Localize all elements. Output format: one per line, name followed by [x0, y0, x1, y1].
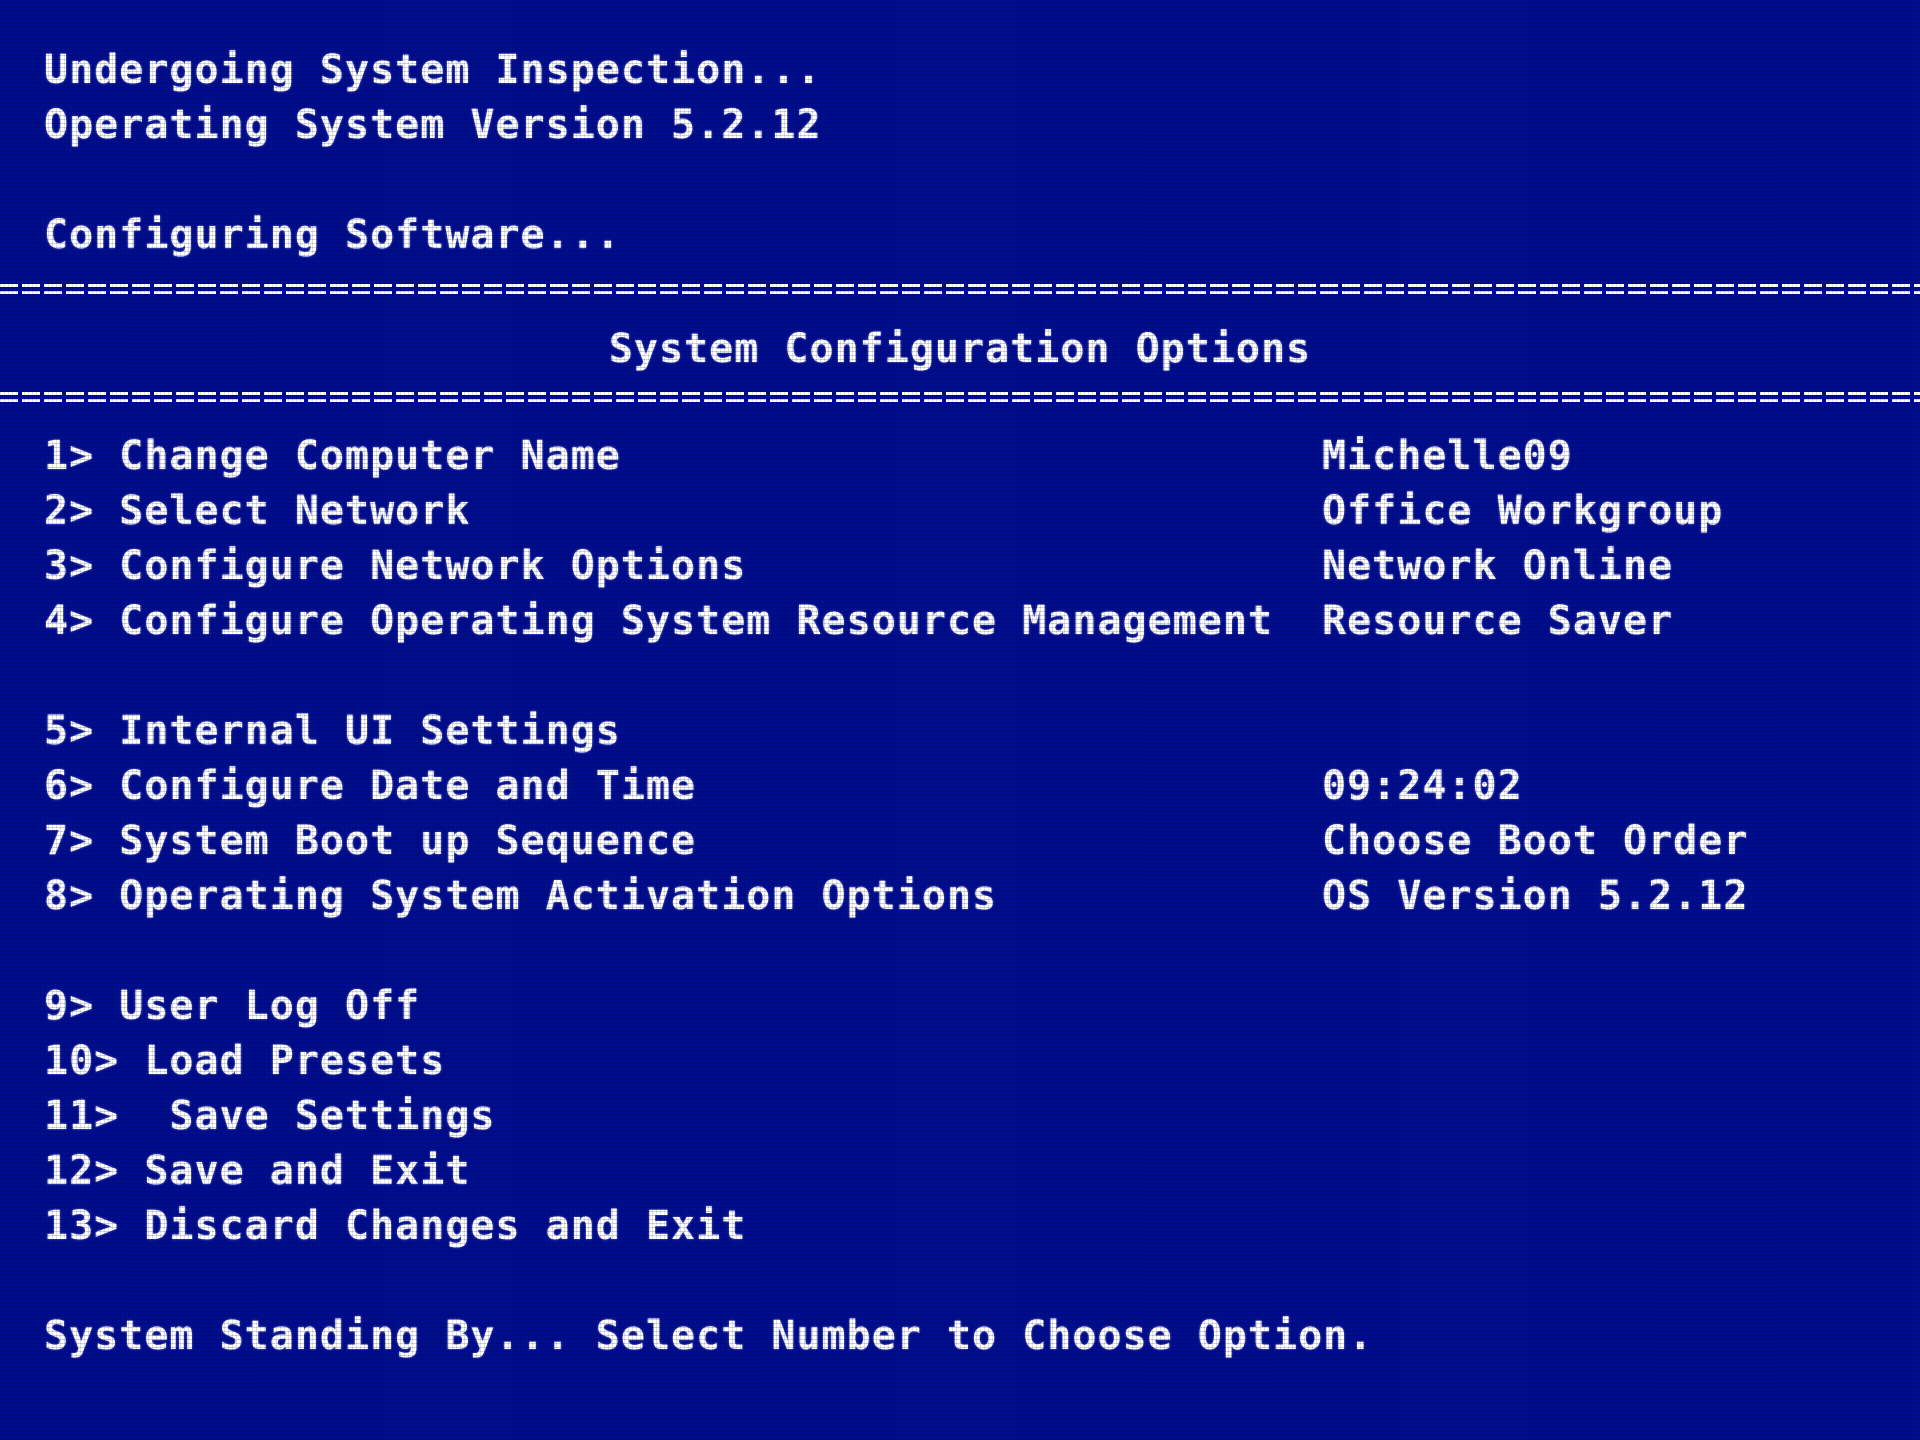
status-inspection: Undergoing System Inspection...: [44, 47, 822, 93]
option-label: 8> Operating System Activation Options: [44, 873, 998, 919]
option-value: 09:24:02: [1322, 763, 1523, 809]
menu-option-os-activation[interactable]: 8> Operating System Activation Options O…: [44, 870, 1844, 922]
menu-option-internal-ui-settings[interactable]: 5> Internal UI Settings: [44, 705, 1844, 757]
menu-option-configure-network-options[interactable]: 3> Configure Network Options Network Onl…: [44, 540, 1844, 592]
top-divider: [0, 282, 1920, 296]
menu-option-boot-sequence[interactable]: 7> System Boot up Sequence Choose Boot O…: [44, 815, 1844, 867]
option-label: 3> Configure Network Options: [44, 543, 747, 589]
option-label: 11> Save Settings: [44, 1093, 496, 1139]
option-value: Resource Saver: [1322, 598, 1674, 644]
option-label: 2> Select Network: [44, 488, 471, 534]
option-label: 13> Discard Changes and Exit: [44, 1203, 747, 1249]
menu-heading: System Configuration Options: [608, 326, 1312, 372]
option-value: Office Workgroup: [1322, 488, 1724, 534]
option-label: 7> System Boot up Sequence: [44, 818, 697, 864]
standby-prompt: System Standing By... Select Number to C…: [44, 1313, 1374, 1359]
bios-screen: Undergoing System Inspection... Operatin…: [0, 0, 1920, 1440]
option-value: Michelle09: [1322, 433, 1573, 479]
menu-option-save-and-exit[interactable]: 12> Save and Exit: [44, 1145, 1844, 1197]
option-label: 12> Save and Exit: [44, 1148, 471, 1194]
menu-option-user-log-off[interactable]: 9> User Log Off: [44, 980, 1844, 1032]
option-value: OS Version 5.2.12: [1322, 873, 1749, 919]
menu-option-select-network[interactable]: 2> Select Network Office Workgroup: [44, 485, 1844, 537]
option-label: 9> User Log Off: [44, 983, 421, 1029]
status-configuring: Configuring Software...: [44, 212, 621, 258]
option-label: 4> Configure Operating System Resource M…: [44, 598, 1274, 644]
option-value: Network Online: [1322, 543, 1674, 589]
menu-option-load-presets[interactable]: 10> Load Presets: [44, 1035, 1844, 1087]
status-os-version: Operating System Version 5.2.12: [44, 102, 822, 148]
menu-option-date-and-time[interactable]: 6> Configure Date and Time 09:24:02: [44, 760, 1844, 812]
bottom-divider: [0, 390, 1920, 404]
menu-option-save-settings[interactable]: 11> Save Settings: [44, 1090, 1844, 1142]
option-label: 10> Load Presets: [44, 1038, 446, 1084]
menu-option-change-computer-name[interactable]: 1> Change Computer Name Michelle09: [44, 430, 1844, 482]
option-label: 6> Configure Date and Time: [44, 763, 697, 809]
menu-option-resource-management[interactable]: 4> Configure Operating System Resource M…: [44, 595, 1844, 647]
option-label: 1> Change Computer Name: [44, 433, 621, 479]
option-label: 5> Internal UI Settings: [44, 708, 621, 754]
option-value: Choose Boot Order: [1322, 818, 1749, 864]
menu-option-discard-and-exit[interactable]: 13> Discard Changes and Exit: [44, 1200, 1844, 1252]
